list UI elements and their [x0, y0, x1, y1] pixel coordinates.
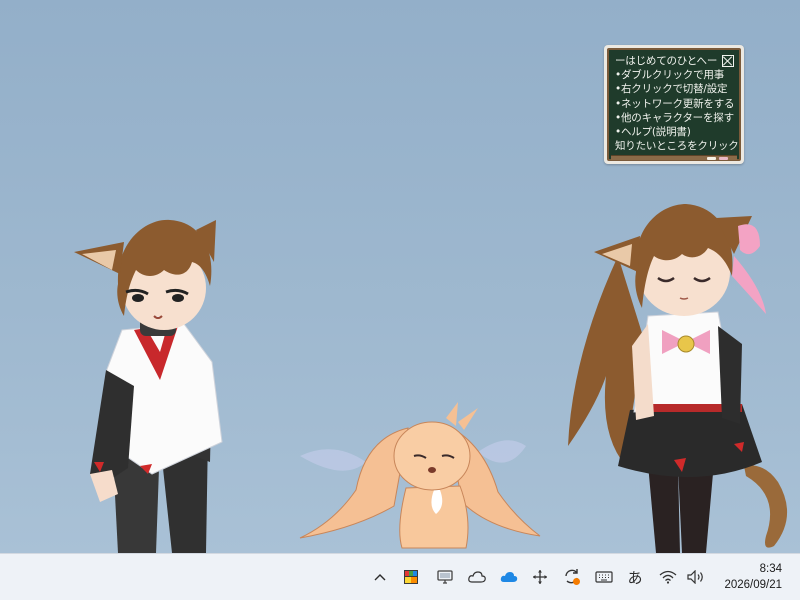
- close-icon[interactable]: [722, 55, 734, 68]
- chevron-up-icon[interactable]: [369, 566, 391, 588]
- blackboard-title: ーはじめてのひとへー: [615, 55, 718, 67]
- taskbar: あ 8:34 2026/09/21: [0, 553, 800, 600]
- character-floppy-ear-creature[interactable]: [298, 398, 542, 553]
- menu-item-click-hint[interactable]: 知りたいところをクリック: [615, 139, 739, 153]
- help-blackboard: ーはじめてのひとへー •ダブルクリックで用事 •右クリックで切替/設定 •ネット…: [604, 45, 744, 164]
- character-cat-girl[interactable]: [566, 196, 800, 553]
- volume-icon[interactable]: [685, 566, 707, 588]
- blackboard-ledge: [611, 155, 737, 160]
- sync-update-icon[interactable]: [561, 566, 583, 588]
- monitor-icon[interactable]: [434, 566, 456, 588]
- cloud-icon[interactable]: [466, 566, 488, 588]
- system-clock[interactable]: 8:34 2026/09/21: [724, 561, 782, 593]
- menu-item-double-click[interactable]: •ダブルクリックで用事: [615, 68, 734, 82]
- ime-icon[interactable]: あ: [624, 566, 646, 588]
- wifi-icon[interactable]: [657, 566, 679, 588]
- menu-item-help[interactable]: •ヘルプ(説明書): [615, 125, 734, 139]
- clock-time: 8:34: [759, 563, 782, 575]
- character-cat-boy[interactable]: [60, 212, 240, 553]
- blackboard-surface: ーはじめてのひとへー •ダブルクリックで用事 •右クリックで切替/設定 •ネット…: [607, 48, 741, 161]
- menu-item-network-update[interactable]: •ネットワーク更新をする: [615, 97, 734, 111]
- keyboard-icon[interactable]: [593, 566, 615, 588]
- menu-item-right-click[interactable]: •右クリックで切替/設定: [615, 82, 734, 96]
- desktop-wallpaper: ーはじめてのひとへー •ダブルクリックで用事 •右クリックで切替/設定 •ネット…: [0, 0, 800, 553]
- move-arrows-icon[interactable]: [529, 566, 551, 588]
- menu-item-find-character[interactable]: •他のキャラクターを探す: [615, 111, 734, 125]
- ime-mode-label: あ: [627, 568, 643, 587]
- blackboard-title-row: ーはじめてのひとへー: [615, 54, 734, 68]
- onedrive-icon[interactable]: [498, 566, 520, 588]
- clock-date: 2026/09/21: [724, 579, 782, 591]
- app-palette-icon[interactable]: [400, 566, 422, 588]
